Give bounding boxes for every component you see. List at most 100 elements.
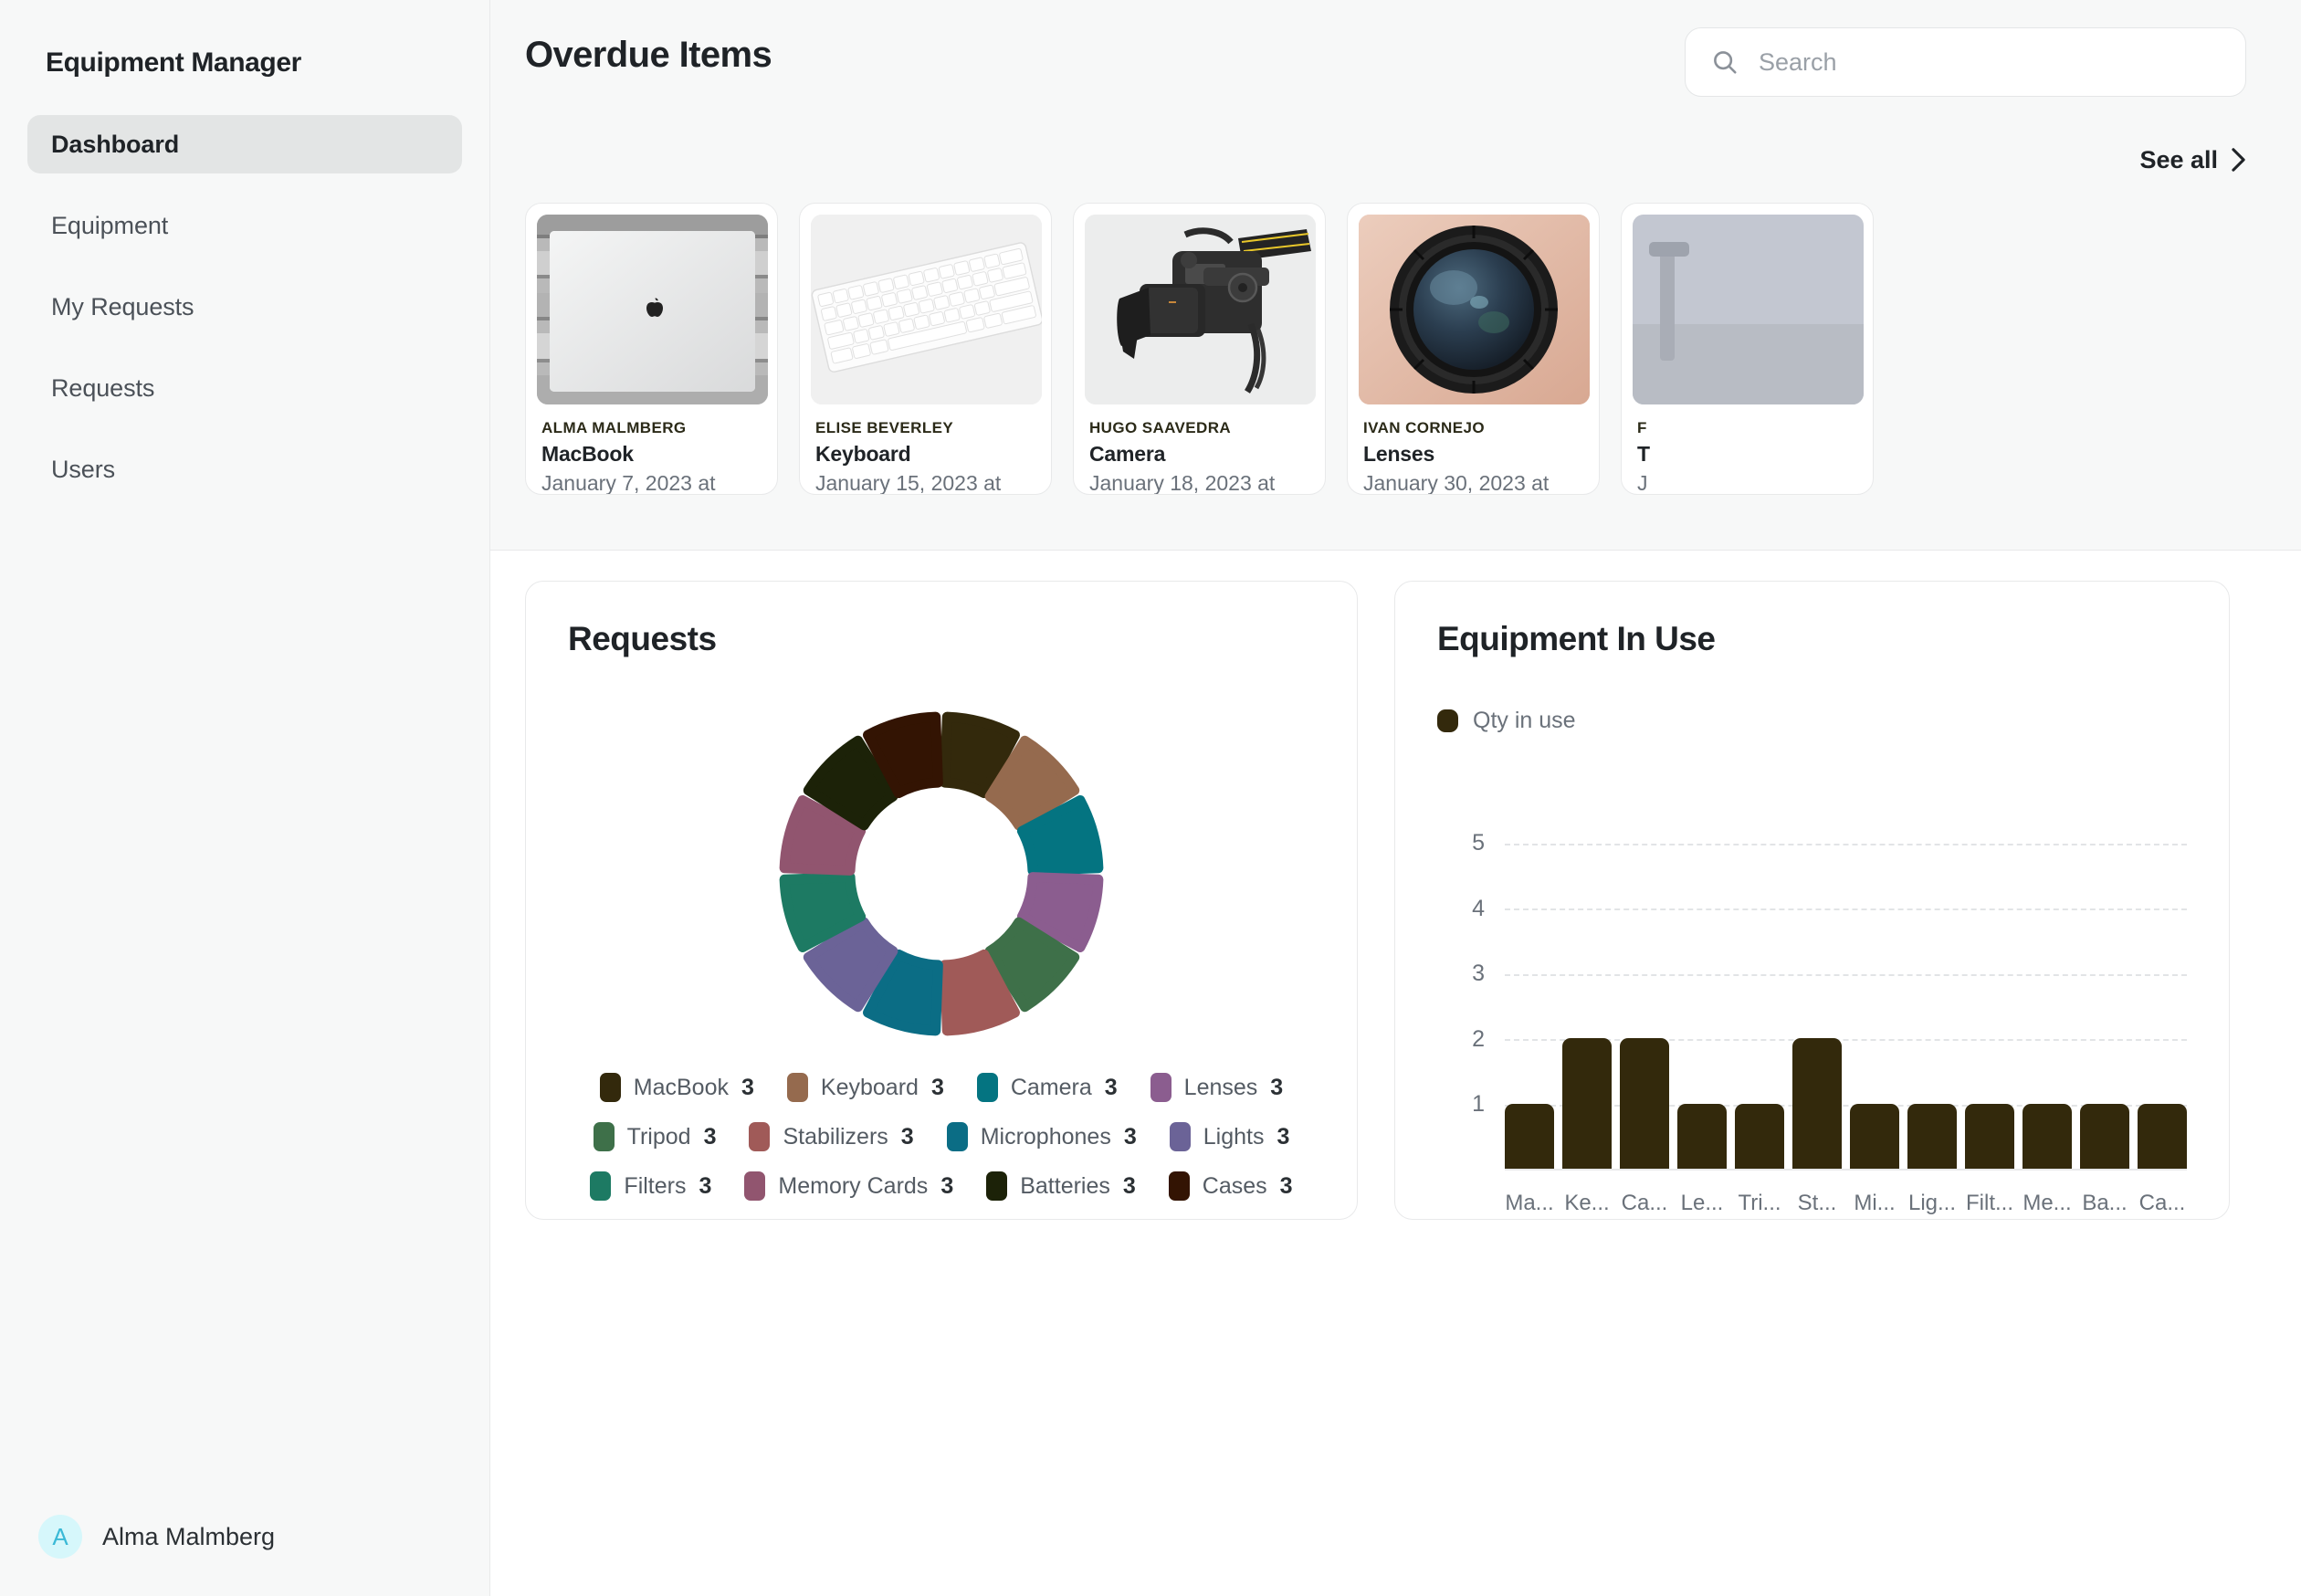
legend-swatch bbox=[599, 1073, 621, 1102]
legend-swatch bbox=[786, 1073, 808, 1102]
legend-label: Memory Cards bbox=[778, 1172, 929, 1199]
overdue-card-date: J bbox=[1637, 471, 1648, 495]
overdue-card-meta: HUGO SAAVEDRA Camera January 18, 2023 at… bbox=[1085, 404, 1314, 494]
sidebar-item-users[interactable]: Users bbox=[27, 440, 462, 499]
overdue-card-item: Lenses bbox=[1363, 442, 1435, 466]
overdue-card-user: F bbox=[1637, 419, 1647, 436]
legend-value: 3 bbox=[940, 1172, 954, 1199]
y-axis-tick: 3 bbox=[1472, 961, 1485, 987]
sidebar-item-label: Equipment bbox=[51, 211, 169, 239]
x-axis-tick: Me... bbox=[2023, 1191, 2072, 1215]
equipment-thumbnail-keyboard bbox=[811, 215, 1042, 404]
sidebar-item-equipment[interactable]: Equipment bbox=[27, 196, 462, 255]
main-content: Overdue Items See all bbox=[490, 0, 2301, 1596]
search-icon bbox=[1711, 48, 1739, 76]
legend-item[interactable]: Cases 3 bbox=[1168, 1171, 1293, 1201]
overdue-card[interactable]: IVAN CORNEJO Lenses January 30, 2023 at … bbox=[1347, 203, 1600, 495]
bar[interactable] bbox=[2023, 1103, 2072, 1169]
x-axis-tick: Tri... bbox=[1738, 1191, 1781, 1215]
legend-swatch bbox=[749, 1122, 771, 1151]
topbar: Overdue Items bbox=[490, 0, 2301, 128]
qty-in-use-label: Qty in use bbox=[1473, 708, 1576, 733]
requests-panel-title: Requests bbox=[568, 620, 717, 657]
overdue-card-item: MacBook bbox=[541, 442, 634, 466]
overdue-card-user: HUGO SAAVEDRA bbox=[1089, 419, 1232, 436]
legend-swatch bbox=[986, 1171, 1008, 1201]
bar[interactable] bbox=[1965, 1103, 2014, 1169]
y-axis-tick: 1 bbox=[1472, 1091, 1485, 1118]
requests-donut-chart[interactable] bbox=[568, 700, 1315, 1047]
bar[interactable] bbox=[1620, 1038, 1669, 1169]
bar[interactable] bbox=[1792, 1038, 1842, 1169]
legend-value: 3 bbox=[1123, 1123, 1137, 1150]
overdue-card[interactable]: HUGO SAAVEDRA Camera January 18, 2023 at… bbox=[1073, 203, 1326, 495]
x-axis-tick: Le... bbox=[1680, 1191, 1724, 1215]
overdue-card-date: January 15, 2023 at 8:00 PM bbox=[815, 471, 1002, 495]
bar[interactable] bbox=[2138, 1103, 2187, 1169]
bar[interactable] bbox=[2080, 1103, 2129, 1169]
search-bar[interactable] bbox=[1685, 27, 2246, 97]
see-all-row: See all bbox=[490, 128, 2301, 192]
legend-value: 3 bbox=[703, 1123, 717, 1150]
legend-item[interactable]: Keyboard 3 bbox=[786, 1073, 944, 1102]
legend-item[interactable]: Stabilizers 3 bbox=[749, 1122, 914, 1151]
overdue-card-meta: IVAN CORNEJO Lenses January 30, 2023 at … bbox=[1359, 404, 1588, 494]
dashboard-panels: Requests MacBook 3 Keyboard 3 Camera 3 Lenses 3… bbox=[490, 551, 2301, 1220]
legend-item[interactable]: Lenses 3 bbox=[1150, 1073, 1283, 1102]
requests-legend: MacBook 3 Keyboard 3 Camera 3 Lenses 3 Tripod 3 St… bbox=[568, 1073, 1315, 1201]
bar-chart-bars[interactable] bbox=[1505, 805, 2187, 1171]
app-root: Equipment Manager Dashboard Equipment My… bbox=[0, 0, 2301, 1596]
bar[interactable] bbox=[1735, 1103, 1784, 1169]
legend-label: Cases bbox=[1202, 1172, 1267, 1199]
legend-value: 3 bbox=[1277, 1123, 1290, 1150]
see-all-button[interactable]: See all bbox=[2139, 146, 2246, 174]
legend-value: 3 bbox=[1104, 1074, 1118, 1100]
x-axis-tick: Mi... bbox=[1854, 1191, 1896, 1215]
legend-item[interactable]: Tripod 3 bbox=[593, 1122, 717, 1151]
legend-value: 3 bbox=[900, 1123, 914, 1150]
overdue-cards-row[interactable]: ALMA MALMBERG MacBook January 7, 2023 at… bbox=[490, 203, 2301, 495]
sidebar-item-dashboard[interactable]: Dashboard bbox=[27, 115, 462, 173]
sidebar-item-requests[interactable]: Requests bbox=[27, 359, 462, 417]
equipment-thumbnail-lens bbox=[1359, 215, 1590, 404]
legend-item[interactable]: Camera 3 bbox=[976, 1073, 1118, 1102]
legend-label: Lights bbox=[1203, 1123, 1265, 1150]
legend-item[interactable]: Batteries 3 bbox=[986, 1171, 1136, 1201]
bar[interactable] bbox=[1907, 1103, 1957, 1169]
legend-swatch bbox=[1150, 1073, 1172, 1102]
overdue-card-meta: ALMA MALMBERG MacBook January 7, 2023 at… bbox=[537, 404, 766, 494]
legend-label: Stabilizers bbox=[783, 1123, 888, 1150]
sidebar-user-profile[interactable]: A Alma Malmberg bbox=[0, 1477, 489, 1596]
overdue-card-item: Keyboard bbox=[815, 442, 911, 466]
legend-swatch bbox=[1169, 1122, 1191, 1151]
sidebar-item-my-requests[interactable]: My Requests bbox=[27, 278, 462, 336]
chevron-right-icon bbox=[2231, 147, 2246, 173]
legend-item[interactable]: MacBook 3 bbox=[599, 1073, 754, 1102]
legend-item[interactable]: Lights 3 bbox=[1169, 1122, 1290, 1151]
y-axis-tick: 4 bbox=[1472, 895, 1485, 921]
bar[interactable] bbox=[1677, 1103, 1727, 1169]
overdue-card[interactable]: ALMA MALMBERG MacBook January 7, 2023 at… bbox=[525, 203, 778, 495]
sidebar: Equipment Manager Dashboard Equipment My… bbox=[0, 0, 490, 1596]
overdue-card-meta: F T J bbox=[1633, 404, 1862, 495]
bar[interactable] bbox=[1505, 1103, 1554, 1169]
sidebar-nav: Dashboard Equipment My Requests Requests… bbox=[0, 115, 489, 499]
legend-swatch bbox=[744, 1171, 766, 1201]
legend-item[interactable]: Memory Cards 3 bbox=[744, 1171, 953, 1201]
overdue-card-user: IVAN CORNEJO bbox=[1363, 419, 1485, 436]
page-title: Overdue Items bbox=[525, 35, 772, 75]
bar[interactable] bbox=[1850, 1103, 1899, 1169]
overdue-card[interactable]: ELISE BEVERLEY Keyboard January 15, 2023… bbox=[799, 203, 1052, 495]
bar-chart-x-axis-labels: Ma... Ke... Ca... Le... Tri... St... Mi... Lig.… bbox=[1505, 1191, 2187, 1216]
legend-value: 3 bbox=[741, 1074, 754, 1100]
legend-item[interactable]: Microphones 3 bbox=[946, 1122, 1137, 1151]
search-input[interactable] bbox=[1759, 47, 2220, 77]
legend-item[interactable]: Filters 3 bbox=[590, 1171, 711, 1201]
donut-svg bbox=[779, 711, 1104, 1036]
avatar: A bbox=[38, 1515, 82, 1559]
app-brand-title: Equipment Manager bbox=[46, 47, 301, 78]
x-axis-tick: Ca... bbox=[2138, 1191, 2186, 1215]
bar[interactable] bbox=[1562, 1038, 1612, 1169]
overdue-card[interactable]: F T J bbox=[1621, 203, 1874, 495]
legend-label: Lenses bbox=[1183, 1074, 1258, 1100]
